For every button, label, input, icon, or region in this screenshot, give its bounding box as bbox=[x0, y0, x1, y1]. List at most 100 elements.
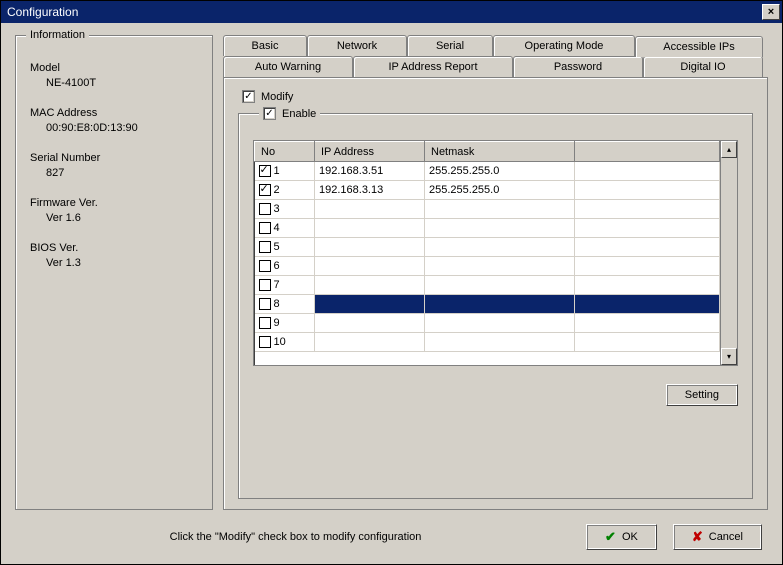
row-no: 4 bbox=[271, 222, 280, 234]
row-no-cell[interactable]: 2 bbox=[255, 181, 315, 200]
row-netmask[interactable]: 255.255.255.0 bbox=[425, 181, 575, 200]
row-netmask[interactable] bbox=[425, 200, 575, 219]
row-no: 3 bbox=[271, 203, 280, 215]
row-netmask[interactable] bbox=[425, 333, 575, 352]
modify-checkbox-row[interactable]: ✓ Modify bbox=[242, 90, 753, 103]
tab-serial[interactable]: Serial bbox=[407, 35, 493, 56]
modify-label: Modify bbox=[261, 91, 293, 103]
tab-digital-io[interactable]: Digital IO bbox=[643, 56, 763, 77]
row-no: 6 bbox=[271, 260, 280, 272]
row-ip[interactable] bbox=[315, 238, 425, 257]
row-spacer bbox=[575, 295, 720, 314]
model-label: Model bbox=[30, 62, 202, 74]
row-checkbox[interactable] bbox=[259, 165, 271, 177]
tabs-panel: Auto WarningIP Address ReportPasswordDig… bbox=[223, 35, 768, 510]
row-ip[interactable] bbox=[315, 314, 425, 333]
row-ip[interactable] bbox=[315, 200, 425, 219]
row-ip[interactable]: 192.168.3.13 bbox=[315, 181, 425, 200]
check-icon: ✔ bbox=[605, 529, 616, 545]
table-row[interactable]: 2192.168.3.13255.255.255.0 bbox=[255, 181, 720, 200]
table-row[interactable]: 7 bbox=[255, 276, 720, 295]
information-legend: Information bbox=[26, 29, 89, 41]
row-no-cell[interactable]: 5 bbox=[255, 238, 315, 257]
row-checkbox[interactable] bbox=[259, 241, 271, 253]
row-ip[interactable] bbox=[315, 333, 425, 352]
row-no-cell[interactable]: 8 bbox=[255, 295, 315, 314]
row-netmask[interactable] bbox=[425, 219, 575, 238]
cancel-button[interactable]: ✘ Cancel bbox=[673, 524, 762, 550]
tab-operating-mode[interactable]: Operating Mode bbox=[493, 35, 635, 56]
row-netmask[interactable] bbox=[425, 314, 575, 333]
row-no: 1 bbox=[271, 165, 280, 177]
firmware-value: Ver 1.6 bbox=[30, 212, 202, 224]
row-no-cell[interactable]: 9 bbox=[255, 314, 315, 333]
row-no-cell[interactable]: 10 bbox=[255, 333, 315, 352]
serial-value: 827 bbox=[30, 167, 202, 179]
ok-button[interactable]: ✔ OK bbox=[586, 524, 657, 550]
row-no-cell[interactable]: 7 bbox=[255, 276, 315, 295]
setting-button[interactable]: Setting bbox=[666, 384, 738, 406]
row-spacer bbox=[575, 238, 720, 257]
row-checkbox[interactable] bbox=[259, 317, 271, 329]
row-no-cell[interactable]: 4 bbox=[255, 219, 315, 238]
table-row[interactable]: 8 bbox=[255, 295, 720, 314]
row-netmask[interactable]: 255.255.255.0 bbox=[425, 162, 575, 181]
ip-table-wrap: No IP Address Netmask 1 192.168.3.51255.2… bbox=[253, 140, 738, 366]
tab-auto-warning[interactable]: Auto Warning bbox=[223, 56, 353, 77]
scroll-up-icon[interactable]: ▴ bbox=[721, 141, 737, 158]
col-no[interactable]: No bbox=[255, 142, 315, 162]
enable-checkbox[interactable]: ✓ bbox=[263, 107, 276, 120]
row-no: 7 bbox=[271, 279, 280, 291]
tab-password[interactable]: Password bbox=[513, 56, 643, 77]
row-ip[interactable] bbox=[315, 295, 425, 314]
row-no: 8 bbox=[271, 298, 280, 310]
row-ip[interactable] bbox=[315, 257, 425, 276]
row-checkbox[interactable] bbox=[259, 260, 271, 272]
table-row[interactable]: 4 bbox=[255, 219, 720, 238]
information-group: Information Model NE-4100T MAC Address 0… bbox=[15, 35, 213, 510]
row-checkbox[interactable] bbox=[259, 298, 271, 310]
row-netmask[interactable] bbox=[425, 257, 575, 276]
tab-basic[interactable]: Basic bbox=[223, 35, 307, 56]
tabstrip: Auto WarningIP Address ReportPasswordDig… bbox=[223, 35, 768, 77]
row-spacer bbox=[575, 257, 720, 276]
row-no-cell[interactable]: 6 bbox=[255, 257, 315, 276]
table-row[interactable]: 9 bbox=[255, 314, 720, 333]
serial-label: Serial Number bbox=[30, 152, 202, 164]
row-checkbox[interactable] bbox=[259, 222, 271, 234]
scroll-down-icon[interactable]: ▾ bbox=[721, 348, 737, 365]
tab-ip-address-report[interactable]: IP Address Report bbox=[353, 56, 513, 77]
row-netmask[interactable] bbox=[425, 295, 575, 314]
row-no-cell[interactable]: 1 bbox=[255, 162, 315, 181]
row-spacer bbox=[575, 314, 720, 333]
row-no-cell[interactable]: 3 bbox=[255, 200, 315, 219]
table-row[interactable]: 1 192.168.3.51255.255.255.0 bbox=[255, 162, 720, 181]
bios-label: BIOS Ver. bbox=[30, 242, 202, 254]
model-value: NE-4100T bbox=[30, 77, 202, 89]
row-checkbox[interactable] bbox=[259, 336, 271, 348]
tab-network[interactable]: Network bbox=[307, 35, 407, 56]
col-netmask[interactable]: Netmask bbox=[425, 142, 575, 162]
tab-accessible-ips[interactable]: Accessible IPs bbox=[635, 36, 763, 57]
window-title: Configuration bbox=[7, 5, 78, 19]
modify-checkbox[interactable]: ✓ bbox=[242, 90, 255, 103]
row-spacer bbox=[575, 276, 720, 295]
row-ip[interactable]: 192.168.3.51 bbox=[315, 162, 425, 181]
row-netmask[interactable] bbox=[425, 238, 575, 257]
row-checkbox[interactable] bbox=[259, 203, 271, 215]
row-checkbox[interactable] bbox=[259, 279, 271, 291]
table-row[interactable]: 10 bbox=[255, 333, 720, 352]
table-row[interactable]: 5 bbox=[255, 238, 720, 257]
row-checkbox[interactable] bbox=[259, 184, 271, 196]
table-row[interactable]: 6 bbox=[255, 257, 720, 276]
close-icon: × bbox=[768, 6, 774, 18]
table-scrollbar[interactable]: ▴ ▾ bbox=[720, 141, 737, 365]
row-spacer bbox=[575, 181, 720, 200]
row-ip[interactable] bbox=[315, 219, 425, 238]
table-row[interactable]: 3 bbox=[255, 200, 720, 219]
row-netmask[interactable] bbox=[425, 276, 575, 295]
ip-table[interactable]: No IP Address Netmask 1 192.168.3.51255.2… bbox=[254, 141, 720, 352]
close-button[interactable]: × bbox=[762, 4, 780, 20]
col-ip[interactable]: IP Address bbox=[315, 142, 425, 162]
row-ip[interactable] bbox=[315, 276, 425, 295]
